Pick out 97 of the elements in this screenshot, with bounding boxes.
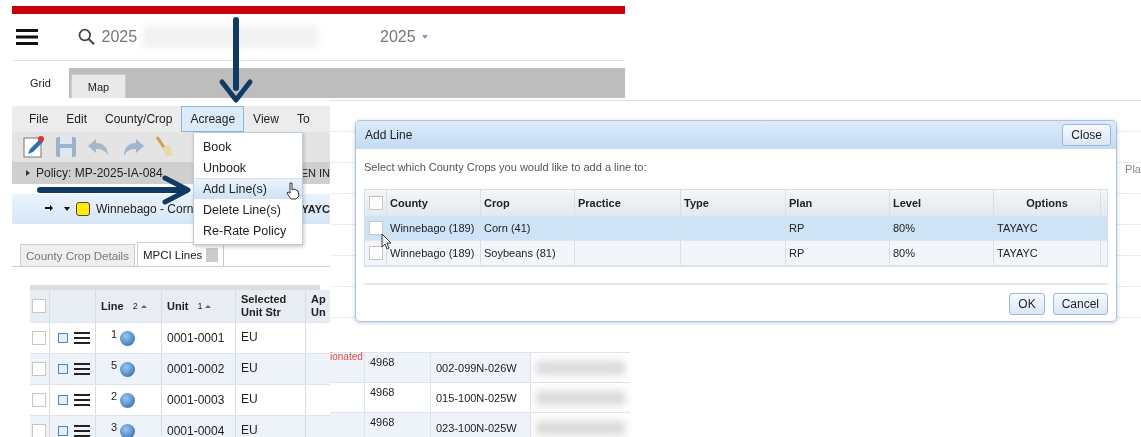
checkbox[interactable] — [32, 393, 46, 407]
menu-item[interactable]: Delete Line(s) — [194, 199, 302, 220]
table-cell: RP — [789, 222, 805, 234]
year-dropdown[interactable]: 2025 — [380, 28, 428, 46]
search-value: 2025 — [101, 28, 138, 46]
hand-cursor-icon — [286, 182, 300, 200]
dialog-button[interactable]: Cancel — [1052, 293, 1108, 315]
checkbox[interactable] — [368, 195, 383, 210]
table-cell: 0001-0001 — [167, 331, 225, 345]
menu-item[interactable]: Re-Rate Policy — [194, 220, 302, 241]
table-cell: 4968 — [370, 356, 395, 368]
menu-item[interactable]: View — [244, 106, 288, 132]
column-header[interactable]: Line 2 — [96, 290, 162, 322]
detail-tab[interactable]: MPCI Lines — [136, 242, 225, 266]
table-cell: 023-100N-025W — [436, 421, 517, 434]
view-tab[interactable]: Map — [70, 74, 127, 98]
table-cell: EU — [241, 331, 258, 345]
table-cell: 0001-0002 — [167, 362, 225, 376]
close-button[interactable]: Close — [1062, 124, 1111, 146]
column-header[interactable]: Crop — [481, 190, 575, 215]
column-header[interactable]: County — [387, 190, 481, 215]
menu-item[interactable]: Book — [194, 136, 302, 157]
checkbox[interactable] — [32, 362, 46, 376]
menu-item[interactable]: To — [287, 106, 319, 132]
dialog-button[interactable]: OK — [1009, 293, 1045, 315]
column-header[interactable]: Type — [681, 190, 786, 215]
table-cell: 2 — [111, 390, 118, 402]
menu-item[interactable]: Acreage — [181, 106, 245, 132]
crop-label: Winnebago - Corn — [96, 202, 194, 216]
status-text: ionated — [330, 352, 363, 362]
caret-icon[interactable] — [64, 207, 70, 211]
table-cell: 3 — [111, 421, 118, 433]
sort-icon — [140, 304, 147, 308]
checkbox[interactable] — [32, 424, 46, 437]
pointer-cursor-icon — [381, 233, 392, 250]
table-cell: 80% — [893, 222, 916, 234]
column-header[interactable]: Practice — [575, 190, 681, 215]
table-cell: RP — [789, 247, 805, 259]
search-field[interactable]: 2025 — [78, 26, 318, 48]
edit-icon[interactable] — [22, 135, 46, 159]
info-icon[interactable] — [120, 330, 136, 346]
table-cell: Corn (41) — [484, 222, 531, 234]
column-header[interactable]: Unit 1 — [162, 290, 236, 322]
save-icon[interactable] — [54, 135, 78, 159]
menu-item[interactable]: File — [20, 106, 58, 132]
menu-icon[interactable] — [16, 29, 38, 45]
table-cell: Soybeans (81) — [484, 247, 556, 259]
table-cell: Winnebago (189) — [390, 247, 475, 259]
table-row[interactable]: Winnebago (189) Soybeans (81) RP 80% TAYAYC — [365, 241, 1107, 266]
table-cell: 0001-0004 — [167, 424, 225, 437]
menu-icon[interactable] — [74, 394, 90, 406]
instruction-text: Select which County Crops you would like to add a line to: — [364, 161, 648, 173]
crop-options: YAYC — [301, 203, 330, 215]
table-cell: 4968 — [370, 416, 395, 428]
checkbox[interactable] — [32, 331, 46, 345]
column-header[interactable]: Selected Unit Str — [236, 290, 306, 322]
table-cell: EU — [241, 362, 258, 376]
table-cell: EU — [241, 393, 258, 407]
table-cell: 4968 — [370, 386, 395, 398]
info-icon[interactable] — [120, 423, 136, 437]
menu-item[interactable]: Add Line(s) — [194, 178, 302, 199]
menu-item[interactable]: Edit — [57, 106, 97, 132]
table-cell: 0001-0003 — [167, 393, 225, 407]
table-cell: EU — [241, 424, 258, 437]
caret-icon — [421, 35, 428, 39]
crop-status-icon — [76, 202, 90, 216]
menu-icon[interactable] — [74, 425, 90, 437]
column-header[interactable]: Level — [890, 190, 994, 215]
broom-icon[interactable] — [154, 135, 174, 159]
search-icon — [78, 28, 96, 46]
menu-icon[interactable] — [74, 363, 90, 375]
column-header[interactable]: Plan — [786, 190, 890, 215]
table-cell: 80% — [893, 247, 916, 259]
menu-item[interactable]: Unbook — [194, 157, 302, 178]
menu-icon[interactable] — [74, 332, 90, 344]
view-tab[interactable]: Grid — [12, 68, 69, 98]
policy-title: Policy: MP-2025-IA-084 — [36, 166, 163, 180]
table-cell: TAYAYC — [997, 222, 1038, 234]
checkbox[interactable] — [368, 246, 383, 260]
dialog-title: Add Line — [365, 128, 413, 142]
expand-icon[interactable] — [26, 170, 30, 176]
info-icon[interactable] — [120, 361, 136, 377]
table-cell: Winnebago (189) — [390, 222, 475, 234]
detail-tab[interactable]: County Crop Details — [20, 244, 135, 266]
checkbox[interactable] — [368, 221, 383, 235]
table-row[interactable]: Winnebago (189) Corn (41) RP 80% TAYAYC — [365, 216, 1107, 241]
table-cell: 5 — [111, 359, 118, 371]
checkbox[interactable] — [32, 299, 46, 313]
column-header[interactable]: Options — [994, 190, 1101, 215]
sort-icon — [205, 304, 212, 308]
table-cell: 1 — [111, 328, 118, 340]
table-cell: 015-100N-025W — [436, 391, 517, 404]
menu-item[interactable]: County/Crop — [96, 106, 182, 132]
info-icon[interactable] — [120, 392, 136, 408]
column-header: Pla — [1125, 163, 1141, 175]
table-cell: TAYAYC — [997, 247, 1038, 259]
table-cell: 002-099N-026W — [436, 361, 517, 374]
